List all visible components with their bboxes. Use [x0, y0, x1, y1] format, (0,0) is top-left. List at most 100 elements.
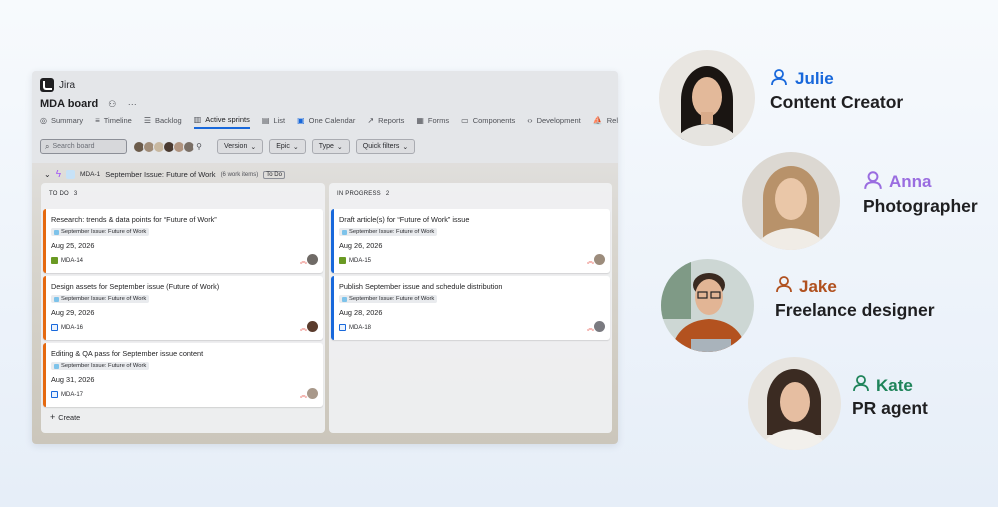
tab-development[interactable]: ‹› Development — [527, 115, 581, 129]
column-count: 2 — [385, 191, 390, 197]
sprint-key[interactable]: MDA-1 — [80, 171, 100, 178]
epic-color-icon — [342, 296, 347, 302]
person-role: Freelance designer — [775, 300, 935, 320]
issue-key: MDA-15 — [339, 257, 371, 264]
issue-key: MDA-16 — [51, 324, 83, 331]
user-icon — [864, 171, 882, 189]
due-date: Aug 28, 2026 — [339, 308, 383, 317]
tab-list[interactable]: ▤ List — [262, 115, 285, 129]
board-toolbar: ⌕ Search board ⚲ Version ⌄ Epic ⌄ Type ⌄ Qu… — [40, 139, 416, 154]
epic-tag-label: September Issue: Future of Work — [349, 229, 435, 235]
status-badge[interactable]: To Do — [263, 170, 285, 179]
tab-releases[interactable]: ⛵Releases — [593, 115, 618, 129]
issue-key: MDA-17 — [51, 391, 83, 398]
tab-one-calendar[interactable]: ▣ One Calendar — [297, 115, 355, 129]
sprint-item-count: (6 work items) — [220, 171, 259, 178]
julie-photo — [659, 50, 755, 146]
unassigned-user-icon[interactable]: ⚲ — [193, 140, 205, 153]
tab-reports[interactable]: ↗ Reports — [367, 115, 404, 129]
epic-tag-label: September Issue: Future of Work — [61, 363, 147, 369]
issue-card[interactable]: Draft article(s) for “Future of Work” is… — [331, 209, 610, 273]
search-input[interactable]: ⌕ Search board — [40, 139, 127, 154]
priority-high-icon: ︽ — [300, 325, 307, 332]
person-name: Jake — [799, 277, 837, 296]
tab-components[interactable]: ▭ Components — [461, 115, 515, 129]
assignee-avatar[interactable] — [594, 321, 605, 332]
tab-label: Development — [536, 116, 581, 125]
tab-label: Releases — [606, 116, 618, 125]
version-filter-button[interactable]: Version ⌄ — [217, 139, 264, 154]
components-icon: ▭ — [461, 116, 469, 125]
tab-timeline[interactable]: ≡ Timeline — [95, 115, 132, 129]
issue-card[interactable]: Editing & QA pass for September issue co… — [43, 343, 323, 407]
due-date: Aug 26, 2026 — [339, 241, 383, 250]
issue-key-label: MDA-16 — [61, 324, 84, 331]
card-title: Research: trends & data points for “Futu… — [51, 215, 217, 224]
issue-card[interactable]: Research: trends & data points for “Futu… — [43, 209, 323, 273]
tab-summary[interactable]: ◎ Summary — [40, 115, 83, 129]
chevron-down-icon[interactable]: ⌄ — [44, 170, 51, 179]
column-title: IN PROGRESS — [337, 191, 381, 197]
more-options-icon[interactable]: ··· — [126, 99, 138, 109]
tab-label: Backlog — [155, 116, 182, 125]
calendar-icon: ▣ — [297, 116, 305, 125]
type-filter-button[interactable]: Type ⌄ — [311, 139, 350, 154]
epic-color-icon — [54, 363, 59, 369]
ship-icon: ⛵ — [592, 116, 603, 125]
assignee-avatar[interactable] — [594, 254, 605, 265]
chevron-down-icon: ⌄ — [402, 143, 409, 151]
jake-photo — [661, 259, 754, 352]
jira-window: Jira MDA board ⚇ ··· ◎ Summary ≡ Timeline … — [32, 71, 618, 444]
priority-high-icon: ︽ — [300, 392, 307, 399]
tab-active-sprints[interactable]: ▥ Active sprints — [193, 115, 250, 129]
tab-forms[interactable]: ▦ Forms — [416, 115, 449, 129]
column-count: 3 — [73, 191, 78, 197]
tab-backlog[interactable]: ☰ Backlog — [144, 115, 182, 129]
task-type-icon — [51, 391, 58, 398]
tab-label: Active sprints — [205, 115, 250, 124]
card-title: Editing & QA pass for September issue co… — [51, 349, 204, 358]
person-role: Content Creator — [770, 92, 904, 112]
assignee-avatars: ⚲ — [133, 140, 205, 153]
epic-filter-button[interactable]: Epic ⌄ — [269, 139, 306, 154]
issue-card[interactable]: Design assets for September issue (Futur… — [43, 276, 323, 340]
issue-key-label: MDA-14 — [61, 257, 84, 264]
create-button[interactable]: + Create — [50, 412, 80, 422]
person-role: PR agent — [852, 398, 928, 418]
priority-high-icon: ︽ — [587, 258, 594, 265]
user-icon — [771, 69, 787, 86]
sprint-name: September Issue: Future of Work — [105, 170, 216, 179]
card-title: Draft article(s) for “Future of Work” is… — [339, 215, 470, 224]
chevron-down-icon: ⌄ — [336, 143, 343, 151]
assignee-avatar[interactable] — [307, 388, 318, 399]
jira-logo-icon[interactable] — [40, 78, 54, 92]
tab-label: Components — [472, 116, 516, 125]
task-type-icon — [51, 324, 58, 331]
priority-high-icon: ︽ — [587, 325, 594, 332]
list-icon: ▤ — [261, 116, 270, 125]
epic-tag: September Issue: Future of Work — [51, 362, 150, 370]
search-icon: ⌕ — [45, 141, 50, 151]
code-icon: ‹› — [527, 116, 533, 125]
assignee-avatar[interactable] — [307, 254, 318, 265]
person-name: Kate — [876, 376, 913, 395]
team-icon[interactable]: ⚇ — [106, 99, 118, 110]
column-title: TO DO — [49, 191, 69, 197]
kate-photo — [748, 357, 841, 450]
board-icon: ▥ — [193, 115, 202, 124]
tab-bar: ◎ Summary ≡ Timeline ☰ Backlog ▥ Active spri… — [40, 115, 618, 129]
quick-filters-button[interactable]: Quick filters ⌄ — [355, 139, 416, 154]
tab-label: List — [273, 116, 286, 125]
due-date: Aug 31, 2026 — [51, 375, 95, 384]
user-icon — [853, 375, 869, 392]
epic-tag: September Issue: Future of Work — [339, 228, 438, 236]
reports-icon: ↗ — [367, 116, 375, 125]
column-to-do: TO DO 3 Research: trends & data points f… — [41, 183, 325, 433]
column-header: TO DO 3 — [49, 191, 77, 197]
issue-card[interactable]: Publish September issue and schedule dis… — [331, 276, 610, 340]
create-label: Create — [58, 412, 81, 422]
filter-label: Version — [224, 143, 248, 150]
tab-label: Timeline — [103, 116, 132, 125]
assignee-avatar[interactable] — [307, 321, 318, 332]
filter-label: Epic — [276, 143, 290, 150]
